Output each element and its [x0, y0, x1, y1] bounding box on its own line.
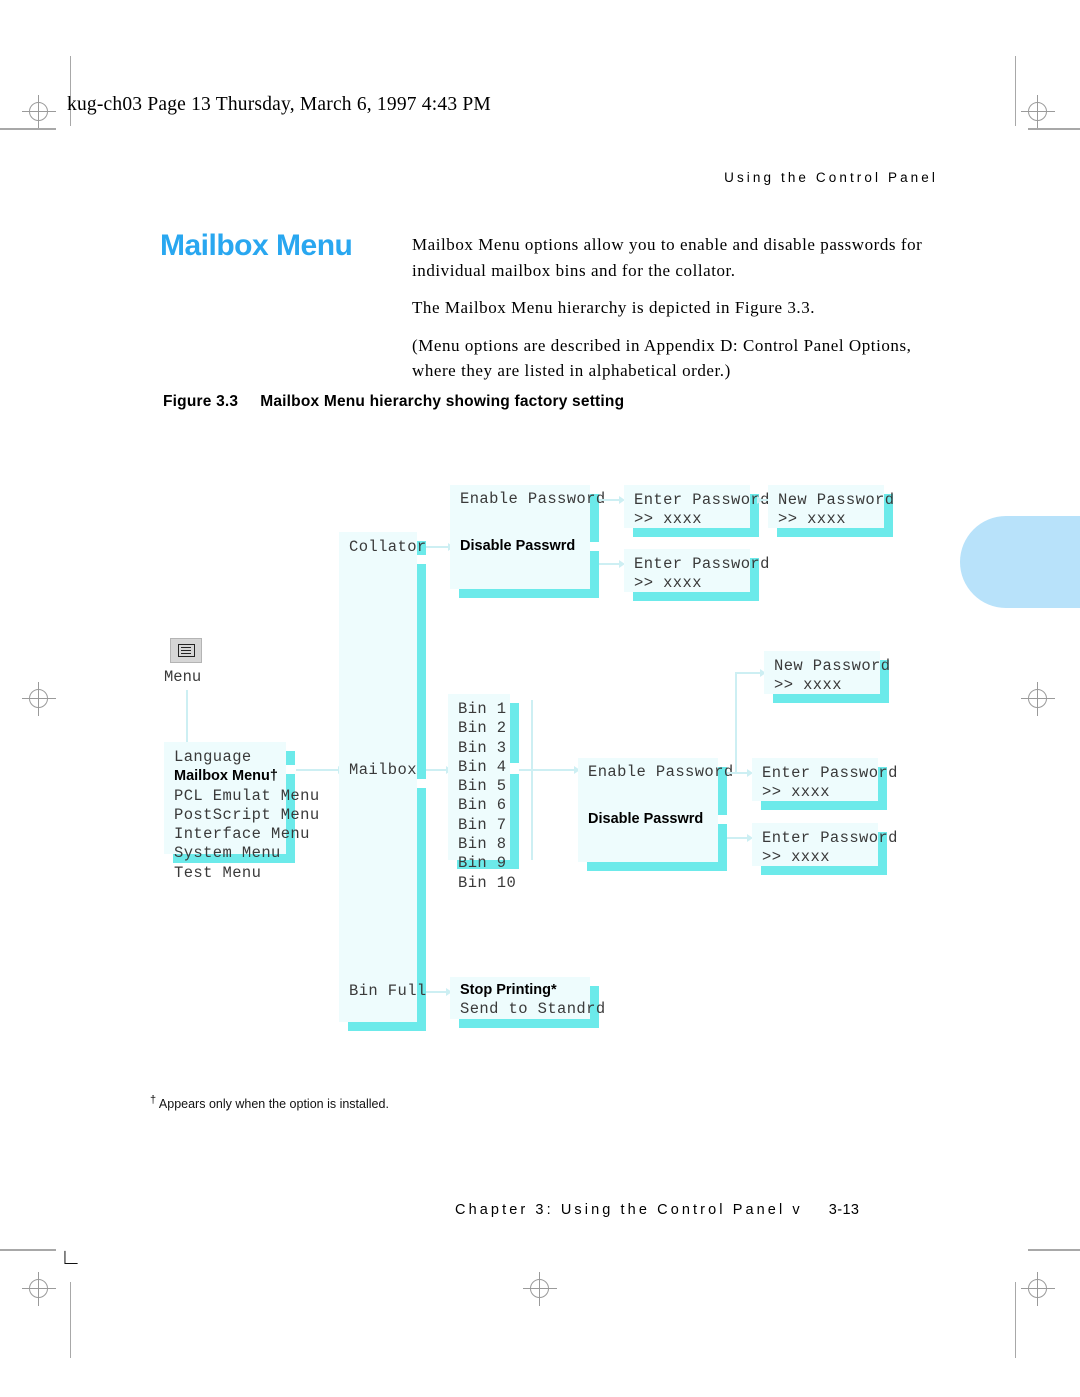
- menu-list-icon[interactable]: [170, 638, 202, 663]
- bin-item-6[interactable]: Bin 6: [458, 796, 507, 814]
- arrow-collator-enter-to-new: [757, 496, 763, 504]
- node-menu-list: Language Mailbox Menu† PCL Emulat Menu P…: [164, 742, 319, 882]
- bin-item-3[interactable]: Bin 3: [458, 739, 507, 757]
- bin-item-1[interactable]: Bin 1: [458, 700, 507, 718]
- mailbox-menu-hierarchy-diagram: Menu Language Mailbox Menu† PCL Emulat M…: [0, 0, 1080, 1397]
- branch-mailbox[interactable]: Mailbox: [349, 761, 417, 780]
- footer-page-number: 3-13: [828, 1202, 860, 1218]
- node-collator-options: Enable Password Disable Passwrd: [450, 485, 605, 598]
- branch-collator[interactable]: Collator: [349, 538, 426, 557]
- collator-option-disable[interactable]: Disable Passwrd: [460, 537, 586, 556]
- node-bin-full-options: Stop Printing* Send to Standrd: [450, 977, 605, 1028]
- node-collator-enable-enter-password: Enter Password >> xxxx: [624, 485, 770, 537]
- connector-binfull-to-options: [426, 991, 448, 993]
- bin-full-option-send[interactable]: Send to Standrd: [460, 1000, 606, 1018]
- collator-disable-enter-text: Enter Password >> xxxx: [634, 555, 770, 593]
- bin-item-7[interactable]: Bin 7: [458, 816, 507, 834]
- node-collator-new-password: New Password >> xxxx: [768, 485, 895, 537]
- connector-collator-disable-to-enter: [599, 563, 621, 565]
- node-menu-list-text: Language Mailbox Menu† PCL Emulat Menu P…: [174, 748, 319, 883]
- menu-item-interface[interactable]: Interface Menu: [174, 825, 310, 843]
- bin-item-4[interactable]: Bin 4: [458, 758, 507, 776]
- bin-item-2[interactable]: Bin 2: [458, 719, 507, 737]
- bin-item-8[interactable]: Bin 8: [458, 835, 507, 853]
- menu-key-label: Menu: [164, 668, 202, 686]
- bin-option-disable[interactable]: Disable Passwrd: [588, 810, 714, 829]
- node-bin-disable-enter-password: Enter Password >> xxxx: [752, 823, 898, 875]
- footer-chapter-text: Chapter 3: Using the Control Panel v: [455, 1202, 803, 1218]
- connector-bin-enter-to-new-vertical: [735, 672, 737, 772]
- page-footer: Chapter 3: Using the Control Panel v 3-13: [455, 1202, 859, 1218]
- menu-item-language[interactable]: Language: [174, 748, 252, 766]
- bin-item-10[interactable]: Bin 10: [458, 874, 516, 892]
- bin-item-5[interactable]: Bin 5: [458, 777, 507, 795]
- connector-bin-enter-to-new-horizontal: [735, 672, 763, 674]
- collator-option-enable[interactable]: Enable Password: [460, 490, 605, 509]
- bin-disable-enter-text: Enter Password >> xxxx: [762, 829, 898, 867]
- node-bin-enable-enter-password: Enter Password >> xxxx: [752, 758, 898, 810]
- footnote-text: Appears only when the option is installe…: [156, 1097, 389, 1112]
- menu-item-pcl[interactable]: PCL Emulat Menu: [174, 787, 320, 805]
- bin-full-option-stop[interactable]: Stop Printing*: [460, 982, 557, 998]
- collator-enable-enter-text: Enter Password >> xxxx: [634, 491, 770, 529]
- bin-full-options-text: Stop Printing* Send to Standrd: [460, 981, 605, 1020]
- node-bin-list: Bin 1 Bin 2 Bin 3 Bin 4 Bin 5 Bin 6 Bin …: [448, 694, 519, 892]
- node-bin-options: Enable Password Disable Passwrd: [578, 758, 733, 871]
- menu-item-test[interactable]: Test Menu: [174, 864, 261, 882]
- connector-collator-enable-to-enter: [599, 499, 621, 501]
- bin-new-password-text: New Password >> xxxx: [774, 657, 891, 695]
- collator-new-password-text: New Password >> xxxx: [778, 491, 895, 529]
- bin-enable-enter-text: Enter Password >> xxxx: [762, 764, 898, 802]
- menu-item-system[interactable]: System Menu: [174, 844, 281, 862]
- branch-bin-full[interactable]: Bin Full: [349, 982, 426, 1001]
- connector-list-to-branch: [296, 769, 340, 771]
- connector-bins-bracket: [531, 700, 533, 860]
- connector-collator-to-options: [426, 546, 450, 548]
- node-bin-new-password: New Password >> xxxx: [764, 651, 891, 703]
- node-bin-list-text: Bin 1 Bin 2 Bin 3 Bin 4 Bin 5 Bin 6 Bin …: [458, 700, 516, 893]
- bin-option-enable[interactable]: Enable Password: [588, 763, 733, 782]
- connector-bin-disable-to-enter: [727, 837, 749, 839]
- footnote: † Appears only when the option is instal…: [150, 1094, 389, 1111]
- menu-item-mailbox-menu[interactable]: Mailbox Menu†: [174, 768, 278, 784]
- node-collator-disable-enter-password: Enter Password >> xxxx: [624, 549, 770, 601]
- connector-mailbox-to-bins: [426, 769, 448, 771]
- menu-item-postscript[interactable]: PostScript Menu: [174, 806, 320, 824]
- bin-item-9[interactable]: Bin 9: [458, 854, 507, 872]
- connector-bin-enable-to-enter: [727, 772, 749, 774]
- node-mailbox-branch: Collator Mailbox Bin Full: [339, 532, 426, 1031]
- connector-menu-to-list: [186, 690, 188, 745]
- connector-bins-to-options: [519, 769, 577, 771]
